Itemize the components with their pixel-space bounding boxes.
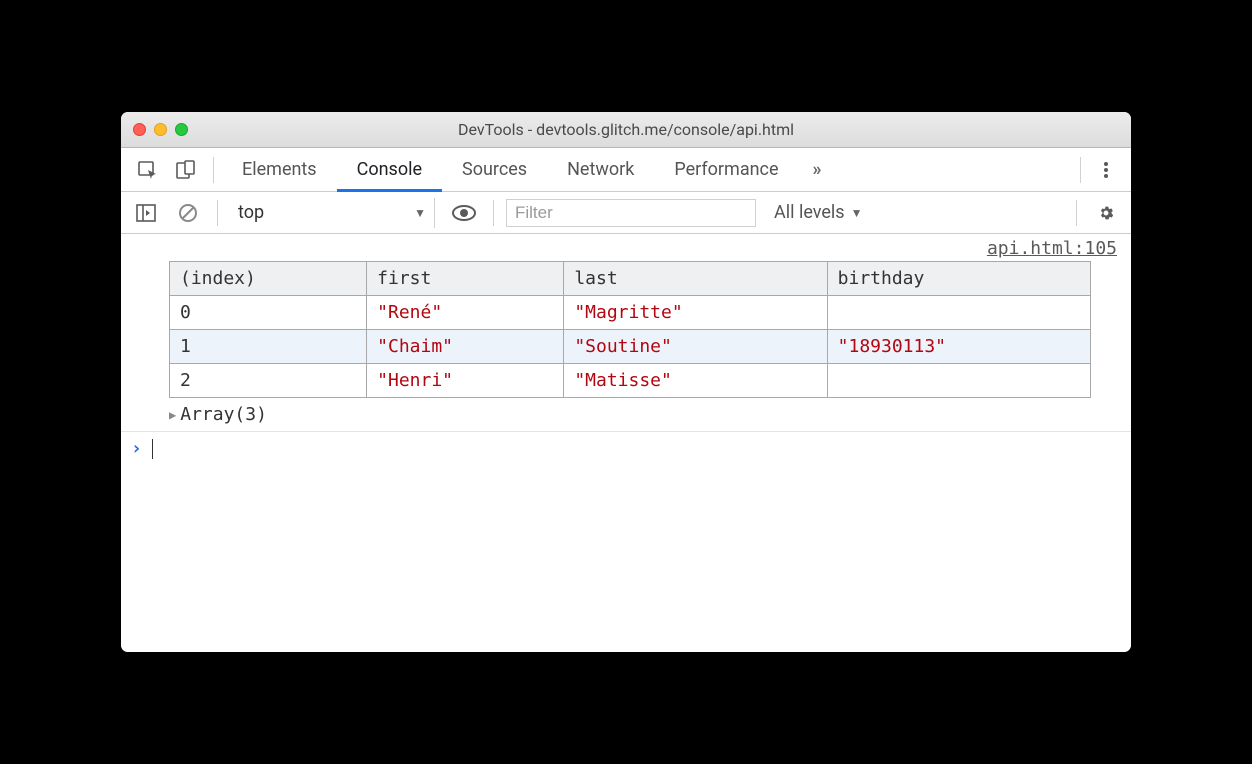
tab-label: Network: [567, 159, 634, 180]
table-row[interactable]: 1 "Chaim" "Soutine" "18930113": [170, 330, 1091, 364]
divider: [1080, 157, 1081, 183]
tab-label: Elements: [242, 159, 317, 180]
tab-console[interactable]: Console: [337, 148, 442, 192]
table-header[interactable]: first: [367, 262, 564, 296]
panel-tabs: Elements Console Sources Network Perform…: [222, 148, 1072, 192]
tab-elements[interactable]: Elements: [222, 148, 337, 192]
cell-index: 1: [170, 330, 367, 364]
overflow-glyph: »: [813, 159, 822, 180]
cell-birthday: [827, 296, 1090, 330]
console-output: api.html:105 (index) first last birthday…: [121, 234, 1131, 652]
cell-index: 2: [170, 364, 367, 398]
tab-sources[interactable]: Sources: [442, 148, 547, 192]
tab-network[interactable]: Network: [547, 148, 654, 192]
close-window-button[interactable]: [133, 123, 146, 136]
console-prompt[interactable]: ›: [121, 432, 1131, 465]
console-settings-icon[interactable]: [1089, 196, 1123, 230]
text-cursor: [152, 439, 153, 459]
more-tabs-button[interactable]: »: [799, 159, 836, 180]
prompt-chevron-icon: ›: [131, 438, 142, 459]
tab-label: Console: [357, 159, 422, 180]
table-header[interactable]: (index): [170, 262, 367, 296]
window-title: DevTools - devtools.glitch.me/console/ap…: [121, 120, 1131, 139]
cell-index: 0: [170, 296, 367, 330]
array-summary[interactable]: ▶ Array(3): [121, 398, 1131, 432]
cell-first: "Henri": [367, 364, 564, 398]
table-row[interactable]: 2 "Henri" "Matisse": [170, 364, 1091, 398]
zoom-window-button[interactable]: [175, 123, 188, 136]
context-label: top: [238, 202, 264, 223]
device-toolbar-icon[interactable]: [167, 152, 205, 188]
settings-menu-button[interactable]: [1089, 159, 1123, 181]
console-toolbar: top ▼ All levels ▼: [121, 192, 1131, 234]
array-label: Array(3): [180, 404, 267, 425]
titlebar: DevTools - devtools.glitch.me/console/ap…: [121, 112, 1131, 148]
tab-performance[interactable]: Performance: [654, 148, 798, 192]
cell-birthday: [827, 364, 1090, 398]
caret-down-icon: ▼: [851, 206, 863, 220]
divider: [217, 200, 218, 226]
live-expression-icon[interactable]: [447, 196, 481, 230]
tab-label: Sources: [462, 159, 527, 180]
cell-first: "Chaim": [367, 330, 564, 364]
devtools-window: DevTools - devtools.glitch.me/console/ap…: [121, 112, 1131, 652]
cell-last: "Magritte": [564, 296, 827, 330]
table-header[interactable]: birthday: [827, 262, 1090, 296]
devtools-tabbar: Elements Console Sources Network Perform…: [121, 148, 1131, 192]
toggle-sidebar-icon[interactable]: [129, 196, 163, 230]
window-controls: [133, 123, 188, 136]
caret-down-icon: ▼: [414, 206, 426, 220]
table-row[interactable]: 0 "René" "Magritte": [170, 296, 1091, 330]
log-levels-select[interactable]: All levels ▼: [764, 202, 872, 223]
table-header[interactable]: last: [564, 262, 827, 296]
inspect-element-icon[interactable]: [129, 152, 167, 188]
expand-triangle-icon: ▶: [169, 408, 176, 422]
console-table: (index) first last birthday 0 "René" "Ma…: [121, 261, 1131, 398]
minimize-window-button[interactable]: [154, 123, 167, 136]
cell-birthday: "18930113": [827, 330, 1090, 364]
execution-context-select[interactable]: top ▼: [230, 198, 435, 228]
filter-input[interactable]: [506, 199, 756, 227]
cell-last: "Matisse": [564, 364, 827, 398]
tab-label: Performance: [674, 159, 778, 180]
clear-console-icon[interactable]: [171, 196, 205, 230]
divider: [213, 157, 214, 183]
divider: [493, 200, 494, 226]
divider: [1076, 200, 1077, 226]
levels-label: All levels: [774, 202, 845, 223]
cell-first: "René": [367, 296, 564, 330]
source-link[interactable]: api.html:105: [121, 234, 1131, 261]
cell-last: "Soutine": [564, 330, 827, 364]
